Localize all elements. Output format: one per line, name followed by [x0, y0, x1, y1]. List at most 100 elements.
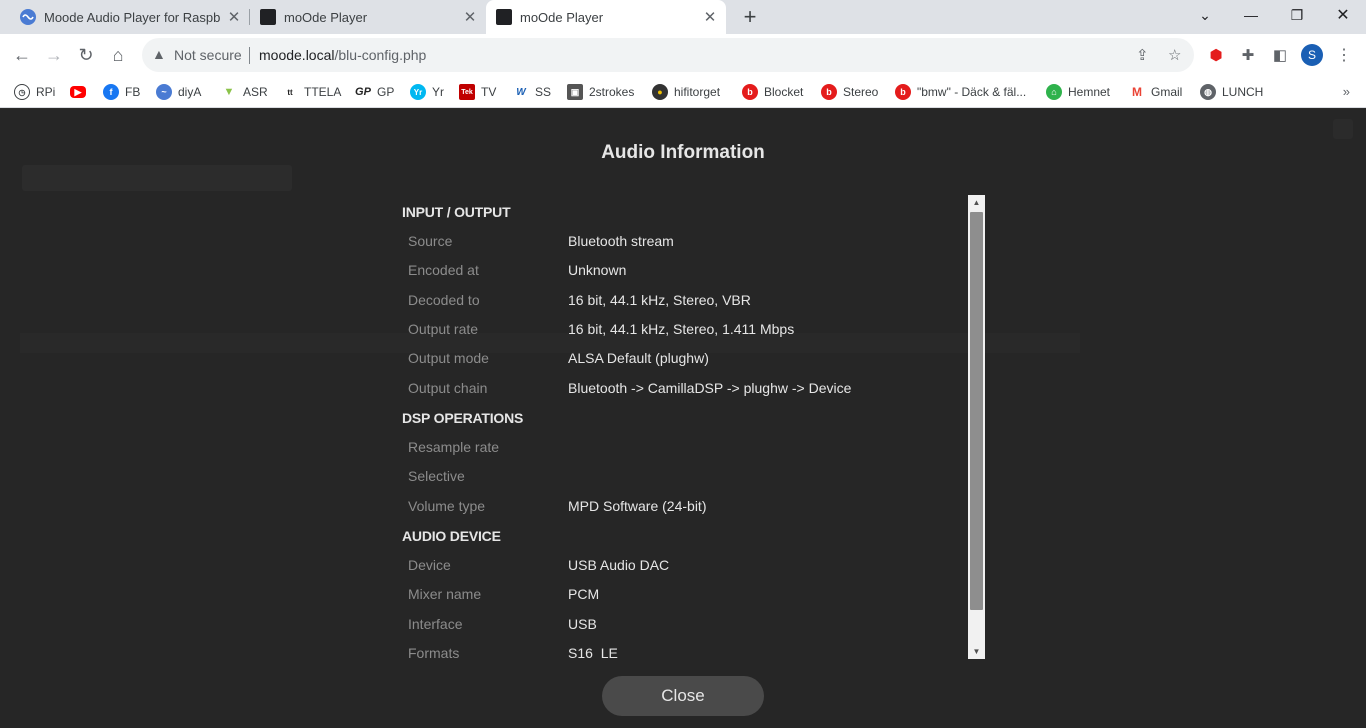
gmail-icon: M — [1129, 84, 1145, 100]
bookmark-2strokes[interactable]: ▣ 2strokes — [567, 82, 634, 102]
info-label: Selective — [408, 468, 465, 484]
restore-button[interactable]: ❐ — [1274, 0, 1320, 30]
section-heading-dsp-operations: DSP OPERATIONS — [402, 410, 524, 426]
info-value: Unknown — [568, 262, 627, 278]
youtube-icon: ▶ — [70, 86, 86, 98]
info-value: S16_LE — [568, 645, 618, 659]
info-value: MPD Software (24-bit) — [568, 498, 707, 514]
info-value: Bluetooth -> CamillaDSP -> plughw -> Dev… — [568, 380, 852, 396]
blocket-icon: b — [895, 84, 911, 100]
window-close-button[interactable]: ✕ — [1320, 0, 1366, 30]
address-divider — [249, 47, 250, 64]
moode-favicon-icon — [20, 9, 36, 25]
info-label: Volume type — [408, 498, 486, 514]
blocket-icon: b — [742, 84, 758, 100]
scroll-up-arrow-icon[interactable]: ▲ — [968, 195, 985, 210]
address-url[interactable]: moode.local/blu-config.php — [259, 47, 426, 63]
globe-icon: ◍ — [1200, 84, 1216, 100]
share-icon[interactable]: ⇪ — [1136, 46, 1149, 64]
info-scrollbar[interactable]: ▲ ▼ — [968, 195, 985, 659]
close-tab-icon[interactable]: ✕ — [226, 9, 242, 26]
tab-strip: Moode Audio Player for Raspberry Pi ✕ mo… — [0, 0, 1366, 34]
info-value: USB — [568, 616, 597, 632]
bookmark-rpi[interactable]: ◷ RPi — [14, 82, 55, 102]
new-tab-button[interactable]: + — [738, 4, 762, 29]
hemnet-icon: ⌂ — [1046, 84, 1062, 100]
close-tab-icon[interactable]: ✕ — [462, 9, 478, 26]
extensions-puzzle-icon[interactable]: ✚ — [1237, 44, 1259, 66]
clock-icon: ◷ — [14, 84, 30, 100]
info-label: Interface — [408, 616, 463, 632]
scrollbar-thumb[interactable] — [970, 212, 983, 610]
tab-moode-player-1[interactable]: moOde Player ✕ — [252, 0, 486, 34]
bookmark-ss[interactable]: W SS — [513, 82, 551, 102]
audio-info-panel[interactable]: INPUT / OUTPUT Source Bluetooth stream E… — [390, 195, 986, 659]
side-panel-icon[interactable]: ◧ — [1269, 44, 1291, 66]
section-heading-audio-device: AUDIO DEVICE — [402, 528, 501, 544]
bookmark-stereo[interactable]: b Stereo — [821, 82, 878, 102]
adblock-extension-icon[interactable]: ⬢ — [1205, 44, 1227, 66]
info-label: Mixer name — [408, 586, 482, 602]
tab-moode-audio[interactable]: Moode Audio Player for Raspberry Pi ✕ — [12, 0, 248, 34]
url-path: /blu-config.php — [334, 47, 427, 63]
close-button[interactable]: Close — [602, 676, 764, 716]
info-value: USB Audio DAC — [568, 557, 670, 573]
back-arrow-icon[interactable]: ← — [8, 41, 36, 69]
blocket-icon: b — [821, 84, 837, 100]
menu-kebab-icon[interactable]: ⋮ — [1333, 44, 1355, 66]
profile-avatar[interactable]: S — [1301, 44, 1323, 66]
url-host: moode.local — [259, 47, 335, 63]
bookmark-bmw[interactable]: b "bmw" - Däck & fäl... — [895, 82, 1026, 102]
bookmark-youtube[interactable]: ▶ — [70, 82, 92, 102]
close-tab-icon[interactable]: ✕ — [702, 9, 718, 26]
reload-icon[interactable]: ↻ — [72, 41, 100, 69]
diya-icon: ~ — [156, 84, 172, 100]
home-icon[interactable]: ⌂ — [104, 41, 132, 69]
sweclockers-icon: W — [513, 84, 529, 100]
bookmark-star-icon[interactable]: ☆ — [1168, 46, 1181, 64]
tab-title: moOde Player — [284, 9, 368, 25]
info-label: Output chain — [408, 380, 488, 396]
bookmarks-overflow-icon[interactable]: » — [1343, 84, 1350, 99]
security-label[interactable]: Not secure — [174, 47, 242, 63]
bookmark-gp[interactable]: GP GP — [355, 82, 394, 102]
minimize-button[interactable]: — — [1228, 0, 1274, 30]
facebook-icon: f — [103, 84, 119, 100]
moode-player-favicon-icon — [260, 9, 276, 25]
2strokes-icon: ▣ — [567, 84, 583, 100]
info-label: Output mode — [408, 350, 489, 366]
info-label: Encoded at — [408, 262, 479, 278]
yr-icon: Yr — [410, 84, 426, 100]
dimmed-page-heading — [22, 165, 292, 191]
bookmark-asr[interactable]: ▼ ASR — [221, 82, 268, 102]
tek-icon: Tek — [459, 84, 475, 100]
warning-triangle-icon[interactable]: ▲ — [152, 46, 166, 62]
tab-moode-player-active[interactable]: moOde Player ✕ — [486, 0, 726, 34]
bookmarks-bar: ◷ RPi ▶ f FB ~ diyA ▼ ASR tt TTELA GP GP Yr Yr … — [0, 76, 1366, 108]
info-label: Output rate — [408, 321, 479, 337]
moode-player-favicon-icon — [496, 9, 512, 25]
bookmark-diya[interactable]: ~ diyA — [156, 82, 201, 102]
bookmark-hifitorget[interactable]: ● hifitorget — [652, 82, 720, 102]
ttela-icon: tt — [282, 84, 298, 100]
bookmark-lunch[interactable]: ◍ LUNCH — [1200, 82, 1263, 102]
bookmark-hemnet[interactable]: ⌂ Hemnet — [1046, 82, 1110, 102]
info-label: Decoded to — [408, 292, 480, 308]
tab-search-chevron-icon[interactable]: ⌄ — [1182, 0, 1228, 30]
bookmark-tv[interactable]: Tek TV — [459, 82, 496, 102]
info-value: 16 bit, 44.1 kHz, Stereo, VBR — [568, 292, 751, 308]
bookmark-gmail[interactable]: M Gmail — [1129, 82, 1182, 102]
forward-arrow-icon[interactable]: → — [40, 41, 68, 69]
bookmark-blocket[interactable]: b Blocket — [742, 82, 803, 102]
scroll-down-arrow-icon[interactable]: ▼ — [968, 644, 985, 659]
asr-icon: ▼ — [221, 84, 237, 100]
section-heading-input-output: INPUT / OUTPUT — [402, 204, 511, 220]
bookmark-ttela[interactable]: tt TTELA — [282, 82, 341, 102]
tab-title: Moode Audio Player for Raspberry Pi — [44, 9, 220, 25]
info-label: Device — [408, 557, 451, 573]
bookmark-yr[interactable]: Yr Yr — [410, 82, 444, 102]
address-bar[interactable]: ▲ Not secure moode.local/blu-config.php … — [142, 38, 1194, 72]
page-content: Audio Information INPUT / OUTPUT Source … — [0, 109, 1366, 728]
bookmark-fb[interactable]: f FB — [103, 82, 140, 102]
info-value: PCM — [568, 586, 600, 602]
